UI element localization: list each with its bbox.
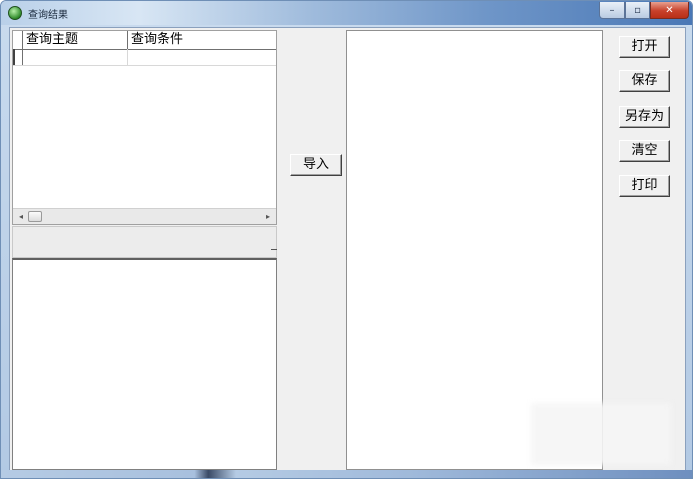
horizontal-scrollbar[interactable]: ◂ ▸ [13, 208, 276, 224]
window-title: 查询结果 [28, 10, 68, 21]
scroll-thumb[interactable] [28, 211, 42, 222]
bottom-edge [1, 470, 692, 478]
splitter-handle[interactable] [271, 249, 277, 250]
minimize-icon: – [609, 4, 615, 16]
clear-button[interactable]: 清空 [619, 140, 670, 162]
open-button[interactable]: 打开 [619, 36, 670, 58]
app-icon [8, 6, 22, 20]
column-header-condition[interactable]: 查询条件 [128, 31, 276, 49]
result-text-area[interactable] [346, 30, 603, 470]
cell-condition[interactable] [128, 49, 276, 65]
close-icon: ✕ [665, 4, 674, 16]
title-bar[interactable]: 查询结果 – ▫ ✕ [1, 1, 692, 25]
detail-list[interactable] [12, 258, 277, 470]
column-header-topic[interactable]: 查询主题 [23, 31, 128, 49]
maximize-icon: ▫ [634, 4, 641, 16]
row-selector[interactable] [13, 49, 23, 65]
grid-corner[interactable] [13, 31, 23, 49]
minimize-button[interactable]: – [599, 2, 625, 19]
save-button[interactable]: 保存 [619, 70, 670, 92]
close-button[interactable]: ✕ [650, 2, 689, 19]
save-as-button[interactable]: 另存为 [619, 106, 670, 128]
cell-topic[interactable] [23, 49, 128, 65]
client-area: 查询主题 查询条件 ◂ ▸ 导入 打开 保存 另存为 清空 打印 [9, 27, 686, 471]
grid-header: 查询主题 查询条件 [13, 31, 276, 50]
scroll-left-icon[interactable]: ◂ [14, 209, 28, 224]
import-button[interactable]: 导入 [290, 154, 342, 176]
table-row[interactable] [13, 49, 276, 66]
query-grid[interactable]: 查询主题 查询条件 ◂ ▸ [12, 30, 277, 225]
query-results-window: 查询结果 – ▫ ✕ 查询主题 查询条件 ◂ ▸ 导入 打开 保存 另存为 清空… [0, 0, 693, 479]
splitter-panel[interactable] [12, 226, 277, 258]
scroll-right-icon[interactable]: ▸ [261, 209, 275, 224]
print-button[interactable]: 打印 [619, 175, 670, 197]
maximize-button[interactable]: ▫ [625, 2, 650, 19]
